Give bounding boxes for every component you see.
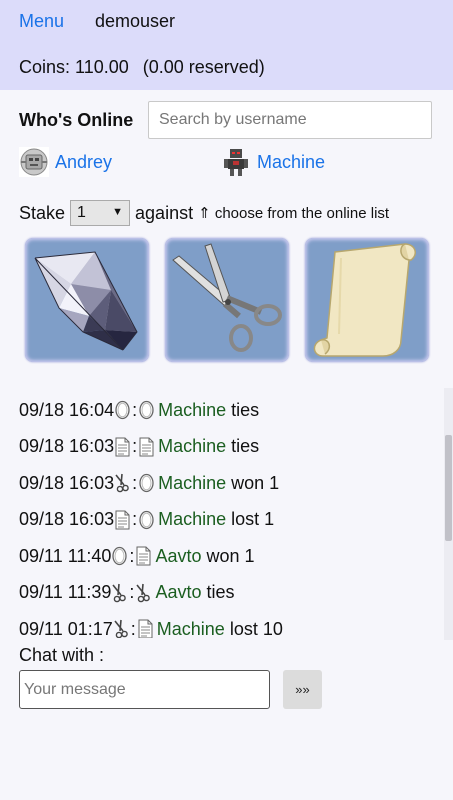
coins-text: Coins: 110.00 [19, 57, 129, 77]
move-separator: : [132, 509, 138, 530]
history-row: 09/11 01:17: Machine lost 10 [19, 611, 439, 638]
rock-choice-button[interactable] [25, 238, 149, 362]
history-result: ties [206, 582, 235, 603]
paper-move-icon [137, 619, 154, 638]
reserved-text: (0.00 reserved) [142, 57, 265, 77]
rock-move-icon [114, 400, 131, 420]
send-message-button[interactable]: »» [283, 670, 322, 709]
rock-move-icon [138, 400, 155, 420]
history-row: 09/11 11:39: Aavto ties [19, 575, 439, 612]
history-time: 09/11 11:39 [19, 582, 112, 603]
stake-label: Stake [19, 202, 66, 223]
scissors-move-icon [113, 619, 130, 638]
history-scrollbar[interactable] [444, 388, 453, 640]
history-opponent[interactable]: Machine [158, 473, 226, 494]
scrollbar-thumb[interactable] [445, 435, 452, 541]
history-time: 09/18 16:03 [19, 472, 115, 493]
move-separator: : [132, 436, 138, 457]
move-separator: : [129, 582, 135, 603]
history-result: won 1 [231, 472, 280, 493]
history-row: 09/18 16:03: Machine lost 1 [19, 502, 439, 539]
move-separator: : [132, 399, 138, 420]
history-result: ties [231, 436, 260, 457]
history-row: 09/18 16:04: Machine ties [19, 392, 439, 429]
history-row: 09/18 16:03: Machine ties [19, 429, 439, 466]
stake-select[interactable]: 1 ▼ [70, 200, 131, 226]
rock-move-icon [138, 473, 155, 493]
history-opponent[interactable]: Aavto [155, 582, 201, 603]
paper-move-icon [135, 546, 152, 566]
history-row: 09/18 16:03: Machine won 1 [19, 465, 439, 502]
dropdown-arrow-icon: ▼ [112, 206, 124, 218]
scissors-icon [172, 243, 282, 352]
online-user-name: Andrey [55, 151, 113, 172]
history-opponent[interactable]: Machine [158, 509, 226, 530]
game-history-list: 09/18 16:04: Machine ties 09/18 16:03: Machi… [19, 392, 439, 638]
whos-online-title: Who's Online [19, 110, 134, 130]
paper-scroll-icon [313, 243, 416, 357]
history-time: 09/11 01:17 [19, 618, 113, 638]
coins-balance: Coins: 110.00 (0.00 reserved) [19, 57, 265, 78]
scissors-move-icon [135, 583, 152, 603]
online-user-machine[interactable]: Machine [221, 147, 325, 177]
online-user-name: Machine [257, 151, 326, 172]
history-time: 09/18 16:03 [19, 436, 115, 457]
menu-link[interactable]: Menu [19, 11, 64, 32]
stake-row: Stake 1 ▼ against ⇑ choose from the onli… [19, 200, 389, 226]
header-bar: Menu demouser Coins: 110.00 (0.00 reserve… [0, 0, 453, 90]
history-opponent[interactable]: Machine [158, 436, 226, 457]
history-opponent[interactable]: Machine [158, 400, 226, 421]
paper-move-icon [114, 510, 131, 530]
scissors-move-icon [111, 583, 128, 603]
online-user-andrey[interactable]: Andrey [19, 147, 112, 177]
diamond-icon [34, 251, 138, 351]
dark-robot-avatar-icon [221, 147, 251, 177]
history-result: lost 10 [229, 618, 283, 638]
scissors-choice-button[interactable] [165, 238, 289, 362]
username-search-input[interactable] [148, 101, 432, 139]
move-separator: : [130, 618, 136, 638]
paper-move-icon [138, 437, 155, 457]
history-time: 09/18 16:04 [19, 399, 115, 420]
grey-robot-avatar-icon [19, 147, 49, 177]
rock-move-icon [111, 546, 128, 566]
scissors-move-icon [114, 473, 131, 493]
paper-move-icon [114, 437, 131, 457]
history-row: 09/11 11:40: Aavto won 1 [19, 538, 439, 575]
history-result: won 1 [206, 545, 255, 566]
history-result: lost 1 [231, 509, 275, 530]
rock-move-icon [138, 510, 155, 530]
history-opponent[interactable]: Machine [157, 619, 225, 638]
chat-label: Chat with : [19, 645, 105, 665]
history-time: 09/11 11:40 [19, 545, 112, 566]
move-separator: : [129, 545, 135, 566]
chat-message-input[interactable] [19, 670, 270, 709]
history-time: 09/18 16:03 [19, 509, 115, 530]
choose-hint: ⇑ choose from the online list [198, 205, 390, 222]
paper-choice-button[interactable] [305, 238, 429, 362]
against-label: against [135, 202, 194, 223]
stake-value: 1 [77, 204, 86, 221]
username-label: demouser [95, 11, 176, 31]
move-separator: : [132, 472, 138, 493]
history-result: ties [231, 399, 260, 420]
history-opponent[interactable]: Aavto [155, 546, 201, 567]
